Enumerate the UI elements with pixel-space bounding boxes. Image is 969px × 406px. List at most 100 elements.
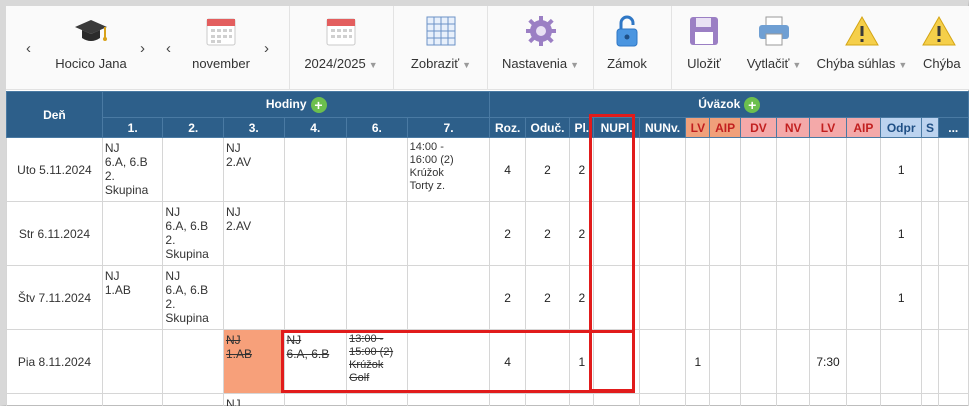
load-cell[interactable]: 2 <box>569 137 595 202</box>
load-cell[interactable] <box>709 393 741 406</box>
load-cell[interactable]: 1 <box>685 329 711 394</box>
lesson-cell[interactable] <box>406 393 491 406</box>
load-cell[interactable] <box>809 137 847 202</box>
load-cell[interactable] <box>776 393 811 406</box>
load-cell[interactable] <box>709 265 741 330</box>
load-cell[interactable]: 1 <box>569 329 595 394</box>
load-cell[interactable] <box>638 393 687 406</box>
lesson-cell[interactable]: NJ 6.A, 6.B <box>283 329 348 394</box>
day-cell[interactable]: Str 6.11.2024 <box>6 201 103 266</box>
load-cell[interactable] <box>809 201 847 266</box>
lesson-cell[interactable]: NJ 2.AV <box>222 201 285 266</box>
load-cell[interactable] <box>593 137 640 202</box>
lesson-cell[interactable] <box>346 137 408 202</box>
lesson-cell[interactable] <box>283 137 348 202</box>
load-cell[interactable] <box>809 393 847 406</box>
load-cell[interactable] <box>845 393 882 406</box>
load-cell[interactable] <box>776 265 811 330</box>
load-cell[interactable] <box>937 201 969 266</box>
load-cell[interactable] <box>709 201 741 266</box>
load-cell[interactable] <box>685 201 711 266</box>
load-cell[interactable]: 4 <box>489 329 526 394</box>
load-cell[interactable]: 1 <box>879 265 923 330</box>
missing-consent-menu[interactable]: Chýba súhlas ▼ <box>814 6 910 90</box>
day-cell[interactable]: Štv 7.11.2024 <box>6 265 103 330</box>
load-cell[interactable] <box>709 137 741 202</box>
load-cell[interactable] <box>937 137 969 202</box>
load-cell[interactable] <box>776 201 811 266</box>
lesson-cell[interactable] <box>162 329 224 394</box>
lesson-cell[interactable]: NJ <box>222 393 285 406</box>
settings-menu[interactable]: Nastavenia ▼ <box>493 6 588 90</box>
lesson-cell[interactable] <box>406 201 491 266</box>
lesson-cell[interactable]: NJ 6.A, 6.B 2. Skupina <box>101 137 164 202</box>
load-cell[interactable] <box>593 329 640 394</box>
lesson-cell[interactable] <box>283 265 348 330</box>
load-cell[interactable] <box>739 201 778 266</box>
lesson-cell[interactable] <box>406 265 491 330</box>
day-cell[interactable]: Uto 5.11.2024 <box>6 137 103 202</box>
load-cell[interactable] <box>489 393 526 406</box>
prev-month-arrow-icon[interactable]: ‹ <box>166 40 171 57</box>
load-cell[interactable] <box>879 329 923 394</box>
lesson-cell[interactable] <box>101 393 164 406</box>
load-cell[interactable] <box>845 137 882 202</box>
lesson-cell[interactable] <box>283 201 348 266</box>
load-cell[interactable] <box>921 393 939 406</box>
day-cell[interactable]: Pia 8.11.2024 <box>6 329 103 394</box>
lesson-cell[interactable]: NJ 6.A, 6.B 2. Skupina <box>162 265 224 330</box>
day-cell[interactable] <box>6 393 103 406</box>
lesson-cell[interactable] <box>346 393 408 406</box>
prev-teacher-arrow-icon[interactable]: ‹ <box>26 40 31 57</box>
load-cell[interactable]: 2 <box>489 201 526 266</box>
missing-menu[interactable]: Chýba <box>918 6 969 90</box>
next-teacher-arrow-icon[interactable]: › <box>140 40 145 57</box>
add-load-plus-icon[interactable]: + <box>744 96 761 113</box>
load-cell[interactable]: 1 <box>879 201 923 266</box>
load-cell[interactable] <box>685 137 711 202</box>
load-cell[interactable] <box>776 137 811 202</box>
lesson-cell[interactable] <box>222 265 285 330</box>
lesson-cell[interactable] <box>406 329 491 394</box>
load-cell[interactable] <box>937 329 969 394</box>
lock-button[interactable]: Zámok <box>598 6 656 90</box>
lesson-cell[interactable]: NJ 2.AV <box>222 137 285 202</box>
load-cell[interactable]: 4 <box>489 137 526 202</box>
load-cell[interactable]: 1 <box>879 137 923 202</box>
load-cell[interactable] <box>937 265 969 330</box>
load-cell[interactable]: 2 <box>489 265 526 330</box>
lesson-cell[interactable] <box>162 393 224 406</box>
load-cell[interactable] <box>709 329 741 394</box>
lesson-cell[interactable]: NJ 1.AB <box>101 265 164 330</box>
load-cell[interactable] <box>921 137 939 202</box>
lesson-cell[interactable]: NJ 6.A, 6.B 2. Skupina <box>162 201 224 266</box>
load-cell[interactable] <box>524 329 571 394</box>
load-cell[interactable] <box>739 265 778 330</box>
lesson-cell[interactable] <box>283 393 348 406</box>
load-cell[interactable] <box>921 329 939 394</box>
load-cell[interactable] <box>569 393 595 406</box>
load-cell[interactable]: 2 <box>524 201 571 266</box>
lesson-cell[interactable] <box>346 265 408 330</box>
load-cell[interactable] <box>921 265 939 330</box>
lesson-cell[interactable]: 14:00 -16:00 (2) Krúžok Torty z. <box>406 137 491 202</box>
lesson-cell[interactable]: 13:00 -15:00 (2) Krúžok Golf <box>346 329 408 394</box>
view-menu[interactable]: Zobraziť ▼ <box>400 6 482 90</box>
load-cell[interactable] <box>685 393 711 406</box>
load-cell[interactable] <box>638 329 687 394</box>
load-cell[interactable]: 2 <box>524 137 571 202</box>
load-cell[interactable] <box>845 201 882 266</box>
load-cell[interactable] <box>524 393 571 406</box>
load-cell[interactable]: 7:30 <box>809 329 847 394</box>
load-cell[interactable] <box>593 201 640 266</box>
print-menu[interactable]: Vytlačiť ▼ <box>736 6 812 90</box>
load-cell[interactable] <box>638 137 687 202</box>
load-cell[interactable] <box>937 393 969 406</box>
load-cell[interactable] <box>845 265 882 330</box>
lesson-cell[interactable]: NJ 1.AB <box>222 329 285 394</box>
load-cell[interactable] <box>739 393 778 406</box>
load-cell[interactable] <box>845 329 882 394</box>
load-cell[interactable]: 2 <box>524 265 571 330</box>
lesson-cell[interactable] <box>101 201 164 266</box>
load-cell[interactable] <box>921 201 939 266</box>
